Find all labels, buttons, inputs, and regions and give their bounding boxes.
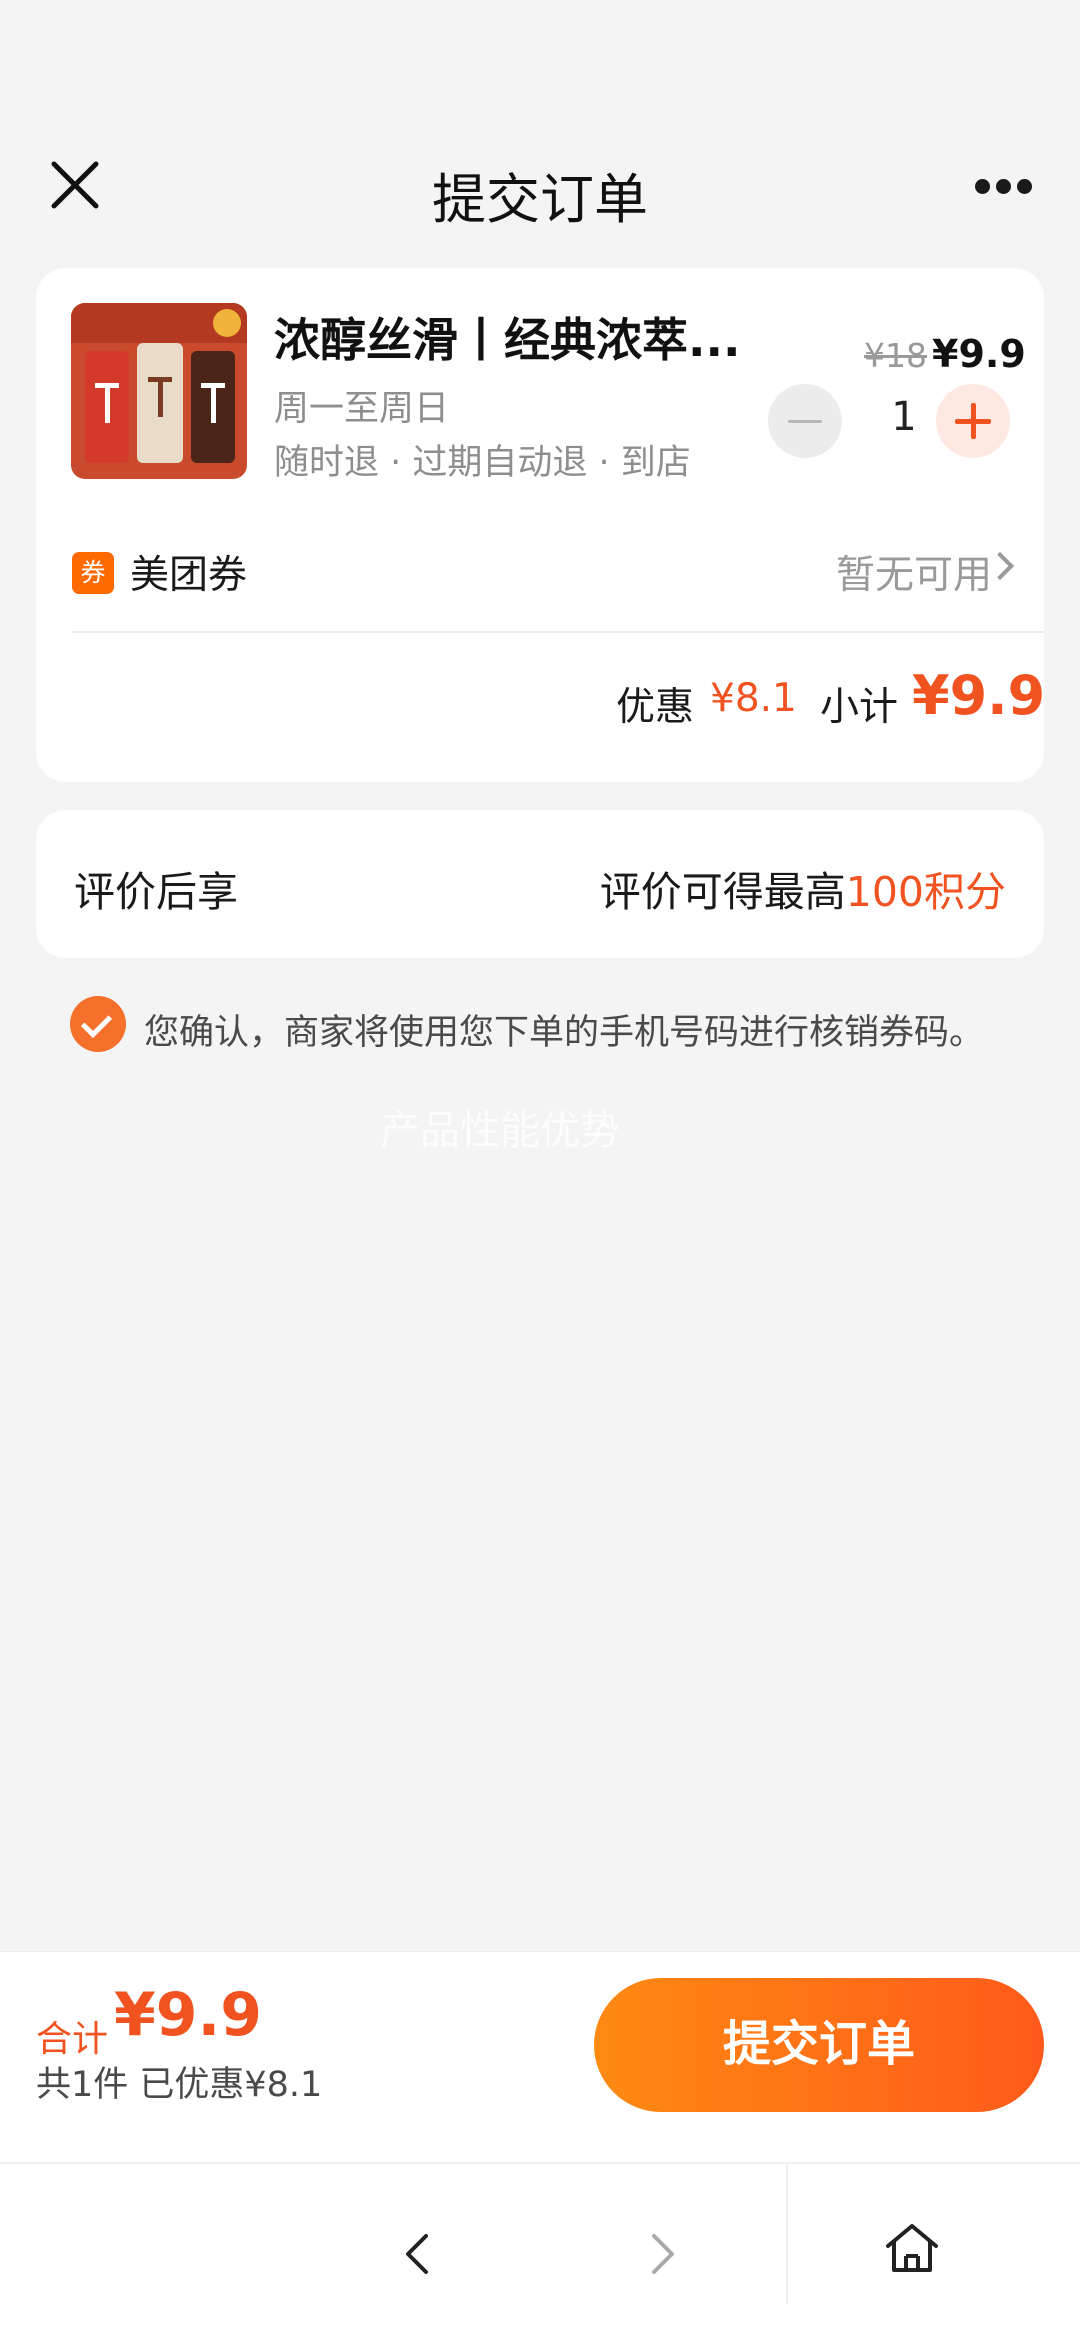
review-note-prefix: 评价可得最高 bbox=[599, 868, 846, 916]
product-valid-days: 周一至周日 bbox=[274, 389, 450, 429]
subtotal-label: 小计 bbox=[820, 685, 899, 730]
chevron-right-icon[interactable] bbox=[632, 2224, 692, 2284]
nav-separator bbox=[786, 2164, 788, 2304]
coupon-status[interactable]: 暂无可用 bbox=[836, 544, 992, 600]
more-dots-icon[interactable] bbox=[968, 168, 1038, 204]
confirm-checkbox[interactable] bbox=[70, 996, 126, 1052]
browser-nav-bar bbox=[0, 2162, 1080, 2344]
discount-label: 优惠 bbox=[616, 685, 695, 730]
confirm-text: 您确认，商家将使用您下单的手机号码进行核销券码。 bbox=[144, 1013, 985, 1053]
item-count-summary: 共1件 已优惠¥8.1 bbox=[36, 2065, 323, 2105]
coupon-label[interactable]: 美团券 bbox=[130, 544, 247, 600]
current-price: ¥9.9 bbox=[932, 332, 1026, 376]
quantity-decrease-button[interactable] bbox=[768, 384, 842, 458]
review-label: 评价后享 bbox=[74, 868, 238, 916]
bottom-action-bar: 合计 ¥9.9 共1件 已优惠¥8.1 提交订单 bbox=[0, 1952, 1080, 2162]
home-icon[interactable] bbox=[880, 2216, 944, 2280]
submit-order-button[interactable]: 提交订单 bbox=[594, 1978, 1044, 2112]
original-price: ¥18 bbox=[864, 336, 927, 375]
subtotal-value: ¥9.9 bbox=[912, 664, 1046, 727]
product-title[interactable]: 浓醇丝滑丨经典浓萃... bbox=[274, 304, 744, 370]
product-thumbnail[interactable] bbox=[71, 303, 247, 479]
page-title: 提交订单 bbox=[432, 168, 648, 231]
total-label: 合计 bbox=[36, 2019, 109, 2060]
review-note-points: 100积分 bbox=[845, 868, 1006, 916]
chevron-left-icon[interactable] bbox=[388, 2224, 448, 2284]
watermark-text: 产品性能优势 bbox=[380, 1108, 620, 1154]
product-refund-policy: 随时退 · 过期自动退 · 到店 bbox=[274, 443, 691, 483]
quantity-increase-button[interactable] bbox=[936, 384, 1010, 458]
header: 提交订单 bbox=[0, 0, 1080, 258]
total-value: ¥9.9 bbox=[114, 1980, 263, 2050]
coupon-icon: 券 bbox=[72, 552, 114, 594]
review-reward-card: 评价后享 评价可得最高100积分 bbox=[36, 810, 1044, 958]
order-item-card: 浓醇丝滑丨经典浓萃... 周一至周日 随时退 · 过期自动退 · 到店 ¥18 … bbox=[36, 268, 1046, 782]
review-reward-note: 评价可得最高100积分 bbox=[600, 858, 1006, 918]
divider bbox=[72, 631, 1044, 633]
discount-value: ¥8.1 bbox=[710, 676, 797, 721]
